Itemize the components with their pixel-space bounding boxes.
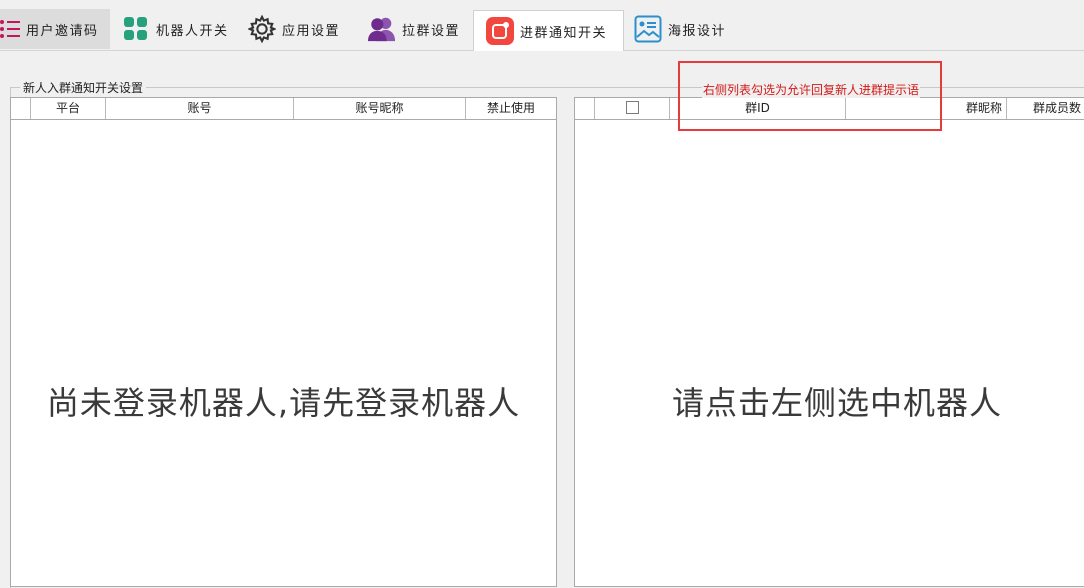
column-header-member-count[interactable]: 群成员数 bbox=[1007, 98, 1084, 119]
tab-user-invite-code[interactable]: 用户邀请码 bbox=[0, 9, 110, 49]
column-header-account[interactable]: 账号 bbox=[106, 98, 294, 119]
column-header-group-id[interactable]: 群ID bbox=[670, 98, 846, 119]
poster-icon bbox=[634, 15, 662, 43]
group-grid-header: 群ID 群昵称 群成员数 bbox=[575, 98, 1084, 120]
tab-bar: 用户邀请码 机器人开关 应用设置 拉群设置 进群通知开关 海报设计 bbox=[0, 0, 1084, 51]
row-header-corner bbox=[11, 98, 31, 119]
tab-join-notify-switch[interactable]: 进群通知开关 bbox=[473, 10, 624, 51]
tab-robot-switch[interactable]: 机器人开关 bbox=[122, 9, 237, 49]
group-list-grid[interactable]: 群ID 群昵称 群成员数 请点击左侧选中机器人 bbox=[574, 97, 1084, 587]
notify-app-icon bbox=[486, 17, 514, 45]
tab-label: 机器人开关 bbox=[156, 23, 229, 39]
robot-grid-header: 平台 账号 账号昵称 禁止使用 bbox=[11, 98, 556, 120]
tab-label: 应用设置 bbox=[282, 23, 341, 39]
tab-app-settings[interactable]: 应用设置 bbox=[248, 9, 358, 49]
robot-grid-empty-message: 尚未登录机器人,请先登录机器人 bbox=[46, 384, 521, 422]
row-header-corner bbox=[575, 98, 595, 119]
groupbox-title: 新人入群通知开关设置 bbox=[20, 79, 147, 96]
gear-icon bbox=[248, 14, 276, 44]
select-all-checkbox-column[interactable] bbox=[595, 98, 670, 119]
grid-icon bbox=[122, 15, 150, 43]
column-header-account-nickname[interactable]: 账号昵称 bbox=[294, 98, 466, 119]
select-all-checkbox[interactable] bbox=[625, 100, 639, 114]
list-icon bbox=[0, 15, 22, 43]
column-header-platform[interactable]: 平台 bbox=[31, 98, 106, 119]
tab-label: 海报设计 bbox=[668, 23, 727, 39]
tab-label: 用户邀请码 bbox=[26, 23, 99, 39]
tab-group-pull-settings[interactable]: 拉群设置 bbox=[368, 9, 468, 49]
tab-label: 进群通知开关 bbox=[520, 25, 608, 41]
robot-account-grid[interactable]: 平台 账号 账号昵称 禁止使用 尚未登录机器人,请先登录机器人 bbox=[10, 97, 557, 587]
group-users-icon bbox=[368, 15, 396, 43]
allow-reply-hint: 右侧列表勾选为允许回复新人进群提示语 bbox=[702, 81, 921, 98]
tab-poster-design[interactable]: 海报设计 bbox=[634, 9, 734, 49]
column-header-group-nickname[interactable]: 群昵称 bbox=[846, 98, 1007, 119]
group-grid-empty-message: 请点击左侧选中机器人 bbox=[671, 384, 1002, 422]
tab-label: 拉群设置 bbox=[402, 23, 461, 39]
column-header-disable[interactable]: 禁止使用 bbox=[466, 98, 556, 119]
